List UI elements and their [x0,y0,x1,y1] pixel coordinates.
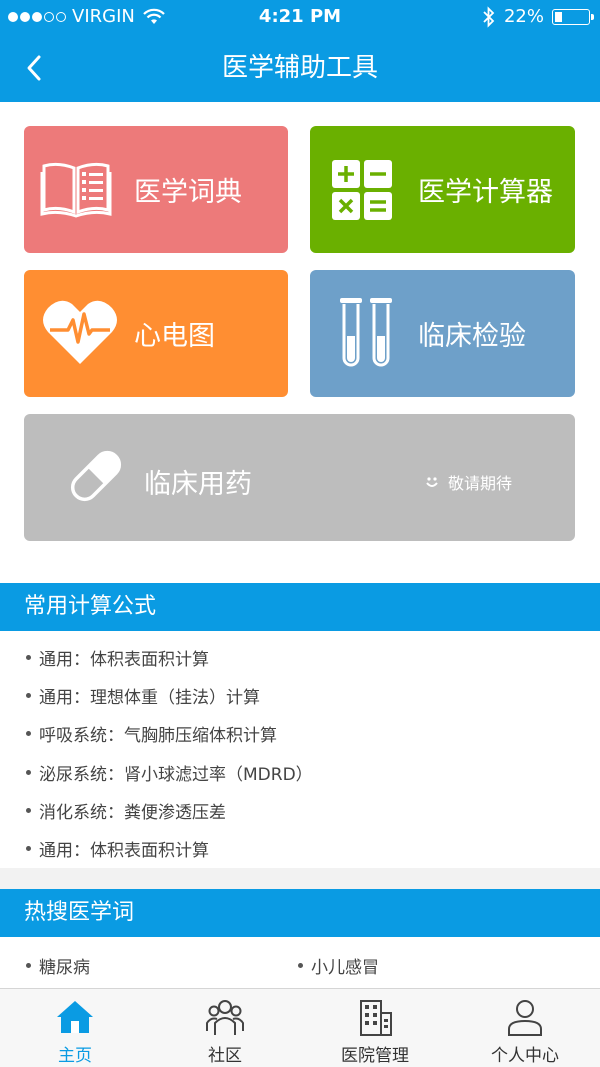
calculator-icon [332,160,392,220]
coming-soon-badge: 敬请期待 [424,470,512,494]
bluetooth-icon [483,6,495,28]
list-item[interactable]: 消化系统：粪便渗透压差 [26,798,226,823]
ecg-label: 心电图 [134,321,215,352]
tab-personal-center[interactable]: 个人中心 [450,989,600,1067]
status-right: 22% [482,0,594,34]
person-icon [508,1000,542,1036]
page-title: 医学辅助工具 [221,53,378,83]
formulas-section-title: 常用计算公式 [0,583,600,631]
medical-dictionary-label: 医学词典 [134,177,242,208]
header: VIRGIN 4:21 PM 22% 医学辅助工具 [0,0,600,102]
list-item[interactable]: 泌尿系统：肾小球滤过率（MDRD） [26,760,313,785]
tab-hospital-management[interactable]: 医院管理 [300,989,450,1067]
clinical-drugs-label: 临床用药 [144,469,252,500]
medical-dictionary-tile[interactable]: 医学词典 [24,126,288,253]
list-item[interactable]: 呼吸系统：气胸肺压缩体积计算 [26,721,277,746]
heart-pulse-icon [43,300,117,364]
coming-soon-text: 敬请期待 [448,474,513,493]
hot-terms-list: 糖尿病 小儿感冒 [0,937,600,988]
formulas-list: 通用：体积表面积计算 通用：理想体重（挂法）计算 呼吸系统：气胸肺压缩体积计算 … [0,631,600,868]
list-item[interactable]: 通用：理想体重（挂法）计算 [26,683,260,708]
list-item[interactable]: 小儿感冒 [298,953,379,978]
medical-calculator-tile[interactable]: 医学计算器 [310,126,575,253]
hot-terms-section-title: 热搜医学词 [0,889,600,937]
home-icon [57,1001,93,1033]
pill-icon [70,450,122,502]
list-item[interactable]: 糖尿病 [26,953,90,978]
nav-bar: 医学辅助工具 [0,34,600,102]
tab-home[interactable]: 主页 [0,989,150,1067]
smile-icon [426,477,438,487]
battery-icon [552,9,594,25]
clinical-drugs-tile[interactable]: 临床用药 敬请期待 [24,414,575,541]
hospital-icon [360,1000,392,1036]
community-icon [206,1000,244,1035]
status-bar: VIRGIN 4:21 PM 22% [0,0,600,34]
list-item[interactable]: 通用：体积表面积计算 [26,645,209,670]
list-item[interactable]: 通用：体积表面积计算 [26,836,209,861]
medical-calculator-label: 医学计算器 [418,177,553,208]
clinical-lab-tile[interactable]: 临床检验 [310,270,575,397]
ecg-tile[interactable]: 心电图 [24,270,288,397]
tool-grid: 医学词典 医学计算器 心电图 临床检验 临床用药 敬请期待 [0,102,600,583]
test-tubes-icon [340,298,392,367]
tab-community[interactable]: 社区 [150,989,300,1067]
book-icon [40,162,112,218]
clinical-lab-label: 临床检验 [418,321,526,352]
tab-bar: 主页 社区 医院管理 个人中心 [0,988,600,1067]
battery-percent: 22% [503,6,544,27]
